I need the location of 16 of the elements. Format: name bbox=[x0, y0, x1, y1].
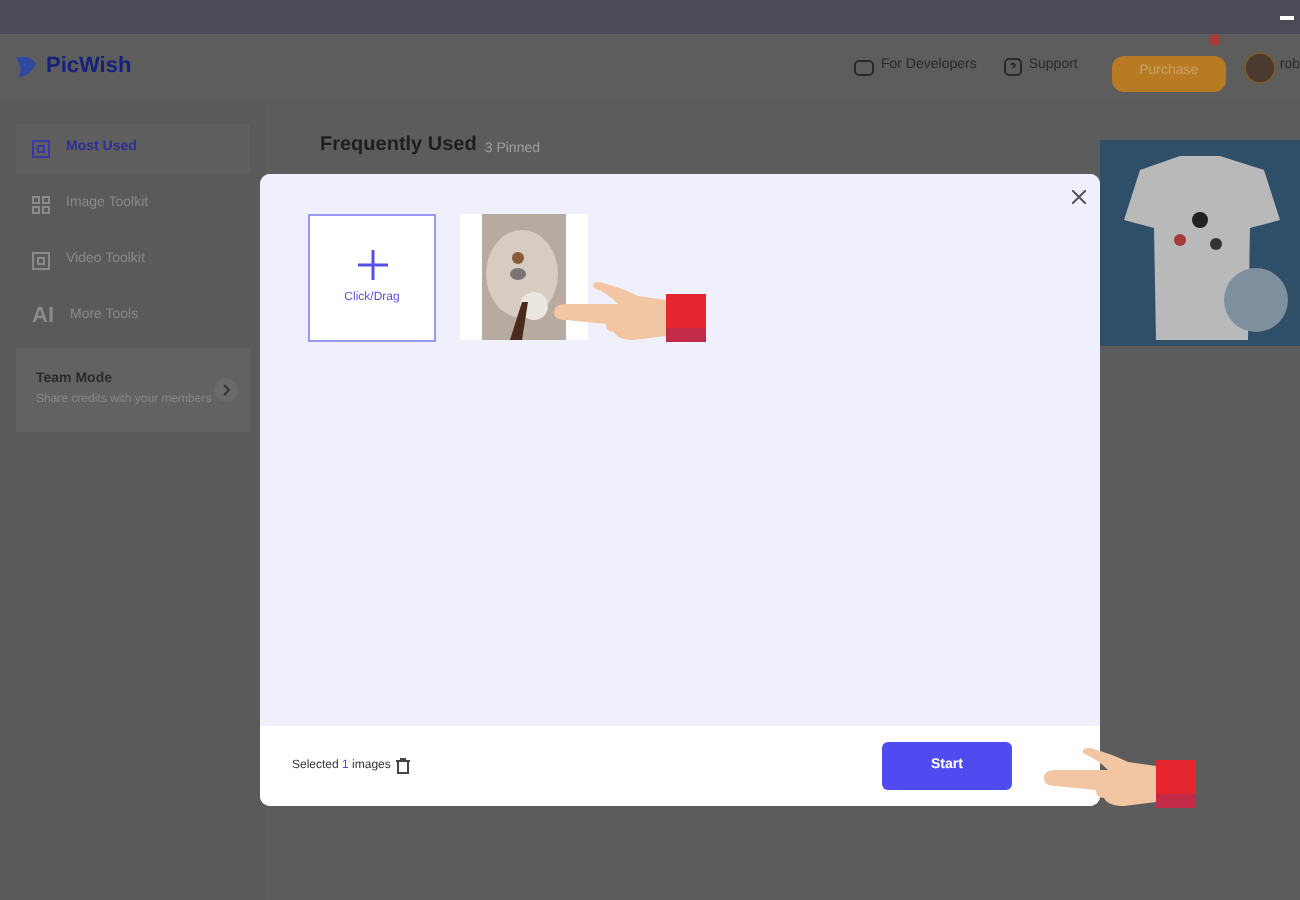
close-icon bbox=[1071, 189, 1085, 203]
image-thumbnail[interactable] bbox=[460, 214, 588, 340]
logo-icon bbox=[14, 53, 38, 81]
close-button[interactable] bbox=[1068, 186, 1088, 206]
code-icon bbox=[854, 59, 875, 75]
help-icon bbox=[1004, 58, 1023, 76]
grid-icon bbox=[32, 196, 50, 214]
minimize-icon[interactable] bbox=[1280, 15, 1294, 19]
brand-name: PicWish bbox=[46, 52, 132, 83]
frame-icon bbox=[32, 140, 50, 158]
section-title: Frequently Used bbox=[320, 132, 477, 160]
fire-icon bbox=[1209, 34, 1220, 47]
plus-icon bbox=[357, 249, 387, 279]
frame-icon bbox=[32, 252, 50, 270]
trash-icon[interactable] bbox=[396, 758, 411, 774]
chevron-right-icon bbox=[214, 378, 238, 402]
